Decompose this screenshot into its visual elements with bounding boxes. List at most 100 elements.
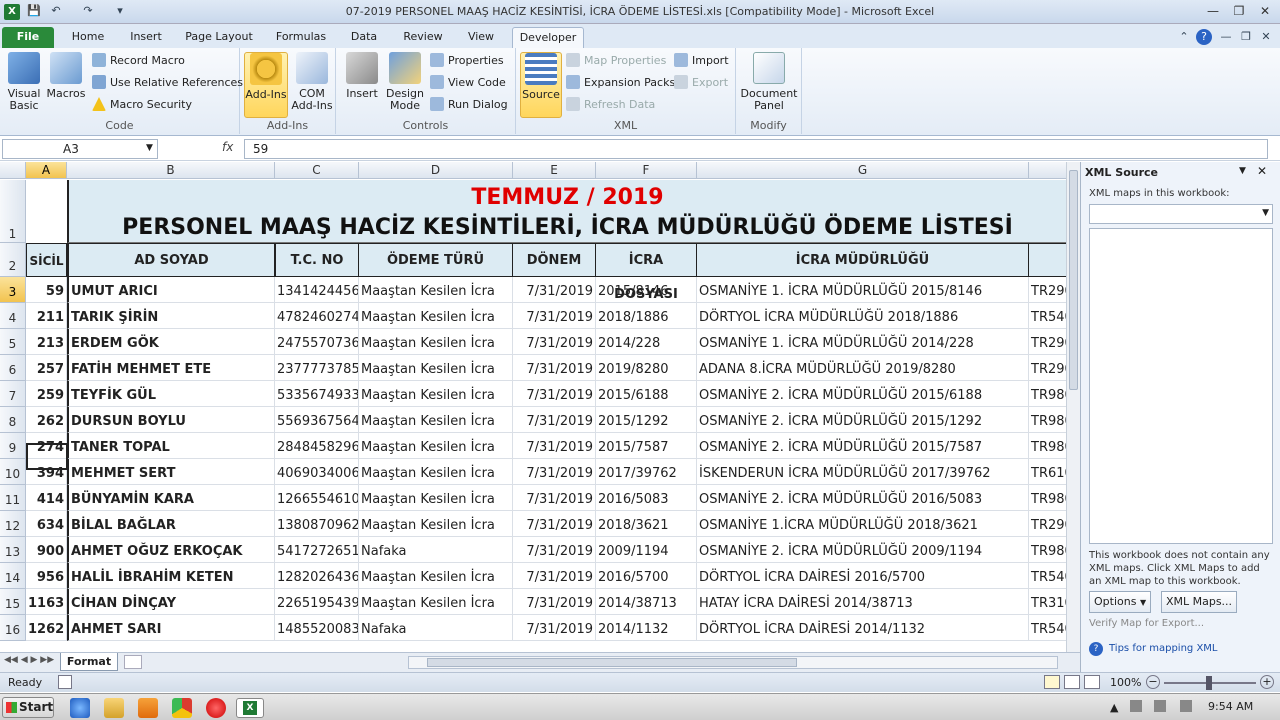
run-dialog-button[interactable]: Run Dialog xyxy=(430,96,508,114)
map-properties-button[interactable]: Map Properties xyxy=(566,52,666,70)
cell-tur[interactable]: Maaştan Kesilen İcra xyxy=(359,277,513,303)
cell-ad[interactable]: CİHAN DİNÇAY xyxy=(67,589,275,615)
sheet-nav-arrows-icon[interactable]: ◀◀ ◀ ▶ ▶▶ xyxy=(4,655,54,665)
cell-tc[interactable]: 54172726510 xyxy=(275,537,359,563)
header-icra-dosyasi[interactable]: İCRA DOSYASI xyxy=(596,243,697,302)
cell-tur[interactable]: Nafaka xyxy=(359,615,513,641)
row-header[interactable]: 16 xyxy=(0,615,26,641)
options-button[interactable]: Options ▼ xyxy=(1089,591,1151,613)
row-header[interactable]: 8 xyxy=(0,407,26,433)
row-header[interactable]: 1 xyxy=(0,180,26,243)
document-panel-button[interactable]: Document Panel xyxy=(740,52,798,112)
cell-tc[interactable]: 12665546106 xyxy=(275,485,359,511)
name-box-dropdown-icon[interactable]: ▼ xyxy=(146,143,153,153)
insert-sheet-icon[interactable] xyxy=(124,655,142,669)
xml-tree-view[interactable] xyxy=(1089,228,1273,544)
cell-sicil[interactable]: 211 xyxy=(26,303,67,329)
row-header[interactable]: 11 xyxy=(0,485,26,511)
row-header[interactable]: 15 xyxy=(0,589,26,615)
row-header[interactable]: 6 xyxy=(0,355,26,381)
row-header[interactable]: 5 xyxy=(0,329,26,355)
tab-review[interactable]: Review xyxy=(396,27,450,48)
cell-iban[interactable]: TR980 xyxy=(1029,381,1066,407)
doc-minimize-icon[interactable]: — xyxy=(1218,29,1234,45)
tab-developer[interactable]: Developer xyxy=(512,27,584,48)
volume-icon[interactable] xyxy=(1154,700,1166,712)
cell-sicil[interactable]: 259 xyxy=(26,381,67,407)
cell-iban[interactable]: TR540 xyxy=(1029,303,1066,329)
row-header[interactable]: 3 xyxy=(0,277,26,303)
cell-dosya[interactable]: 2018/1886 xyxy=(596,303,697,329)
normal-view-icon[interactable] xyxy=(1044,675,1060,689)
cell-tc[interactable]: 23777737856 xyxy=(275,355,359,381)
cell-iban[interactable]: TR980 xyxy=(1029,407,1066,433)
file-explorer-icon[interactable] xyxy=(104,698,124,718)
cell-tur[interactable]: Maaştan Kesilen İcra xyxy=(359,459,513,485)
cell-dosya[interactable]: 2016/5083 xyxy=(596,485,697,511)
cell-ad[interactable]: AHMET OĞUZ ERKOÇAK xyxy=(67,537,275,563)
cell-dosya[interactable]: 2015/7587 xyxy=(596,433,697,459)
cell-mudurluk[interactable]: ADANA 8.İCRA MÜDÜRLÜĞÜ 2019/8280 xyxy=(697,355,1029,381)
cell-mudurluk[interactable]: HATAY İCRA DAİRESİ 2014/38713 xyxy=(697,589,1029,615)
cell-iban[interactable]: TR540 xyxy=(1029,563,1066,589)
cell-tc[interactable]: 53356749338 xyxy=(275,381,359,407)
tab-insert[interactable]: Insert xyxy=(120,27,172,48)
cell-sicil[interactable]: 1163 xyxy=(26,589,67,615)
page-layout-view-icon[interactable] xyxy=(1064,675,1080,689)
zoom-in-icon[interactable]: + xyxy=(1260,675,1274,689)
visual-basic-button[interactable]: Visual Basic xyxy=(4,52,44,112)
select-all-corner[interactable] xyxy=(0,162,26,179)
column-header-c[interactable]: C xyxy=(275,162,359,179)
header-tc-no[interactable]: T.C. NO xyxy=(275,243,359,277)
column-header-a[interactable]: A xyxy=(26,162,67,179)
worksheet-grid[interactable]: A B C D E F G 1 2 TEMMUZ / 2019 PERSONEL… xyxy=(0,162,1066,652)
cell-dosya[interactable]: 2014/228 xyxy=(596,329,697,355)
cell-sicil[interactable]: 262 xyxy=(26,407,67,433)
cell-tur[interactable]: Maaştan Kesilen İcra xyxy=(359,433,513,459)
fx-icon[interactable]: fx xyxy=(222,140,233,154)
cell-tur[interactable]: Maaştan Kesilen İcra xyxy=(359,355,513,381)
media-player-icon[interactable] xyxy=(138,698,158,718)
cell-dosya[interactable]: 2016/5700 xyxy=(596,563,697,589)
scroll-thumb[interactable] xyxy=(1069,170,1078,390)
pane-dropdown-icon[interactable]: ▼ xyxy=(1239,166,1246,176)
cell-dosya[interactable]: 2009/1194 xyxy=(596,537,697,563)
export-button[interactable]: Export xyxy=(674,74,728,92)
cell-ad[interactable]: BİLAL BAĞLAR xyxy=(67,511,275,537)
chrome-icon[interactable] xyxy=(172,698,192,718)
cell-mudurluk[interactable]: İSKENDERUN İCRA MÜDÜRLÜĞÜ 2017/39762 xyxy=(697,459,1029,485)
cell-mudurluk[interactable]: DÖRTYOL İCRA DAİRESİ 2016/5700 xyxy=(697,563,1029,589)
cell-ad[interactable]: ERDEM GÖK xyxy=(67,329,275,355)
row-header[interactable]: 12 xyxy=(0,511,26,537)
horizontal-scrollbar[interactable] xyxy=(408,656,1058,669)
cell-tur[interactable]: Maaştan Kesilen İcra xyxy=(359,329,513,355)
cell-tc[interactable]: 28484582966 xyxy=(275,433,359,459)
cell-ad[interactable]: TARIK ŞİRİN xyxy=(67,303,275,329)
cell-donem[interactable]: 7/31/2019 xyxy=(513,277,596,303)
row-header[interactable]: 9 xyxy=(0,433,26,459)
tips-link[interactable]: Tips for mapping XML xyxy=(1109,643,1218,654)
header-donem[interactable]: DÖNEM xyxy=(513,243,596,277)
expansion-packs-button[interactable]: Expansion Packs xyxy=(566,74,675,92)
formula-input[interactable]: 59 xyxy=(244,139,1268,159)
doc-restore-icon[interactable]: ❐ xyxy=(1238,29,1254,45)
insert-control-button[interactable]: Insert xyxy=(342,52,382,100)
minimize-icon[interactable]: — xyxy=(1200,2,1226,20)
flag-icon[interactable] xyxy=(1180,700,1192,712)
cell-iban[interactable]: TR980 xyxy=(1029,537,1066,563)
ribbon-minimize-icon[interactable]: ⌃ xyxy=(1176,29,1192,45)
cell-tc[interactable]: 14855200836 xyxy=(275,615,359,641)
cell-tc[interactable]: 12820264364 xyxy=(275,563,359,589)
row-header[interactable]: 13 xyxy=(0,537,26,563)
cell-mudurluk[interactable]: OSMANİYE 2. İCRA MÜDÜRLÜĞÜ 2009/1194 xyxy=(697,537,1029,563)
cell-tc[interactable]: 40690340062 xyxy=(275,459,359,485)
cell-ad[interactable]: HALİL İBRAHİM KETEN xyxy=(67,563,275,589)
cell-sicil[interactable]: 900 xyxy=(26,537,67,563)
sheet-tab-format[interactable]: Format xyxy=(60,653,118,671)
cell-dosya[interactable]: 2019/8280 xyxy=(596,355,697,381)
internet-explorer-icon[interactable] xyxy=(70,698,90,718)
row-header[interactable]: 10 xyxy=(0,459,26,485)
security-app-icon[interactable] xyxy=(206,698,226,718)
xml-maps-button[interactable]: XML Maps... xyxy=(1161,591,1237,613)
view-code-button[interactable]: View Code xyxy=(430,74,506,92)
